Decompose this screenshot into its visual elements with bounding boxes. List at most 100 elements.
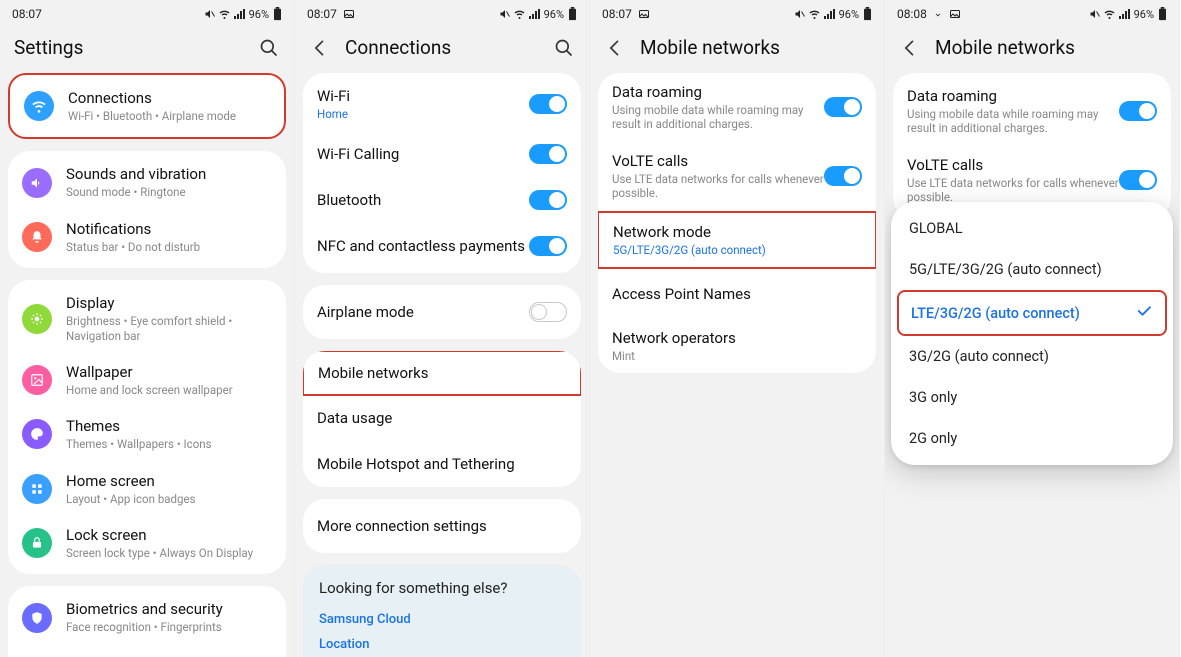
mn-item-data-roaming[interactable]: Data roaming Using mobile data while roa… xyxy=(598,73,876,142)
search-button[interactable] xyxy=(553,37,575,59)
item-title: More connection settings xyxy=(317,517,567,535)
wifi-calling-toggle[interactable] xyxy=(529,144,567,164)
bell-icon-circle xyxy=(22,222,52,252)
item-sub: Themes • Wallpapers • Icons xyxy=(66,437,272,451)
item-sub: Using mobile data while roaming may resu… xyxy=(612,103,824,132)
settings-item-sounds[interactable]: Sounds and vibration Sound mode • Ringto… xyxy=(8,155,286,209)
shield-icon xyxy=(30,611,44,625)
chevron-left-icon xyxy=(900,38,920,58)
settings-item-biometrics[interactable]: Biometrics and security Face recognition… xyxy=(8,590,286,644)
mute-icon xyxy=(499,8,511,20)
suggest-link-location[interactable]: Location xyxy=(319,632,565,657)
connections-item-bluetooth[interactable]: Bluetooth xyxy=(303,177,581,223)
status-bar: 08:07 96% xyxy=(295,0,589,28)
bluetooth-toggle[interactable] xyxy=(529,190,567,210)
signal-icon xyxy=(1118,8,1130,20)
status-icons: 96% xyxy=(499,7,577,21)
mn-item-network-operators[interactable]: Network operators Mint xyxy=(598,319,876,373)
item-title: Mobile networks xyxy=(318,364,566,382)
back-button[interactable] xyxy=(604,37,626,59)
connections-item-airplane[interactable]: Airplane mode xyxy=(303,289,581,335)
back-button[interactable] xyxy=(899,37,921,59)
suggest-link-samsung-cloud[interactable]: Samsung Cloud xyxy=(319,607,565,632)
connections-item-wifi[interactable]: Wi-Fi Home xyxy=(303,77,581,131)
chevron-left-icon xyxy=(310,38,330,58)
page-header: Mobile networks xyxy=(885,28,1179,73)
item-title: Network mode xyxy=(613,223,861,241)
battery-icon xyxy=(568,7,577,21)
mn-item-data-roaming[interactable]: Data roaming Using mobile data while roa… xyxy=(893,77,1171,146)
item-sub: Layout • App icon badges xyxy=(66,492,272,506)
option-label: 3G/2G (auto connect) xyxy=(909,348,1155,365)
settings-item-lock-screen[interactable]: Lock screen Screen lock type • Always On… xyxy=(8,516,286,570)
item-title: Mobile Hotspot and Tethering xyxy=(317,455,567,473)
item-title: Biometrics and security xyxy=(66,600,272,618)
search-button[interactable] xyxy=(258,37,280,59)
connections-item-hotspot[interactable]: Mobile Hotspot and Tethering xyxy=(303,441,581,487)
wifi-icon-circle xyxy=(24,91,54,121)
settings-connections-card: Connections Wi-Fi • Bluetooth • Airplane… xyxy=(8,73,286,139)
item-title: Wi-Fi Calling xyxy=(317,145,529,163)
mute-icon xyxy=(204,8,216,20)
palette-icon xyxy=(30,427,44,441)
wifi-icon xyxy=(218,8,231,20)
data-roaming-toggle[interactable] xyxy=(1119,101,1157,121)
item-sub: Using mobile data while roaming may resu… xyxy=(907,107,1119,136)
item-title: Sounds and vibration xyxy=(66,165,272,183)
settings-item-wallpaper[interactable]: Wallpaper Home and lock screen wallpaper xyxy=(8,353,286,407)
connections-item-mobile-networks[interactable]: Mobile networks xyxy=(303,351,581,396)
volte-toggle[interactable] xyxy=(1119,170,1157,190)
mn-item-apn[interactable]: Access Point Names xyxy=(598,269,876,319)
status-icons: 96% xyxy=(794,7,872,21)
page-header: Settings xyxy=(0,28,294,73)
connections-item-data-usage[interactable]: Data usage xyxy=(303,395,581,441)
network-mode-option-3g-only[interactable]: 3G only xyxy=(891,377,1173,418)
nfc-toggle[interactable] xyxy=(529,236,567,256)
item-sub: Home xyxy=(317,107,529,121)
connections-item-nfc[interactable]: NFC and contactless payments xyxy=(303,223,581,269)
bell-icon xyxy=(30,230,44,244)
item-title: VoLTE calls xyxy=(907,156,1119,174)
network-mode-option-3g2g[interactable]: 3G/2G (auto connect) xyxy=(891,336,1173,377)
connections-group-3: Mobile networks Data usage Mobile Hotspo… xyxy=(303,351,581,487)
check-icon xyxy=(1135,302,1153,324)
settings-item-notifications[interactable]: Notifications Status bar • Do not distur… xyxy=(8,210,286,264)
network-mode-option-lte[interactable]: LTE/3G/2G (auto connect) xyxy=(899,292,1165,334)
battery-text: 96% xyxy=(249,8,269,21)
settings-item-privacy[interactable]: Privacy Permission manager xyxy=(8,645,286,657)
page-title: Mobile networks xyxy=(640,36,870,59)
screenshot-icon xyxy=(343,8,355,20)
network-mode-option-5g[interactable]: 5G/LTE/3G/2G (auto connect) xyxy=(891,249,1173,290)
back-button[interactable] xyxy=(309,37,331,59)
wifi-toggle[interactable] xyxy=(529,94,567,114)
volte-toggle[interactable] xyxy=(824,166,862,186)
network-mode-option-global[interactable]: GLOBAL xyxy=(891,208,1173,249)
status-time: 08:08 xyxy=(897,7,927,21)
mn-item-volte[interactable]: VoLTE calls Use LTE data networks for ca… xyxy=(598,142,876,211)
lock-icon-circle xyxy=(22,528,52,558)
item-sub: Status bar • Do not disturb xyxy=(66,240,272,254)
connections-group-2: Airplane mode xyxy=(303,285,581,339)
item-title: Connections xyxy=(68,89,270,107)
item-title: Data usage xyxy=(317,409,567,427)
network-mode-option-2g-only[interactable]: 2G only xyxy=(891,418,1173,459)
connections-item-more[interactable]: More connection settings xyxy=(303,503,581,549)
settings-item-display[interactable]: Display Brightness • Eye comfort shield … xyxy=(8,284,286,353)
status-bar: 08:07 96% xyxy=(590,0,884,28)
item-sub: 5G/LTE/3G/2G (auto connect) xyxy=(613,243,861,257)
item-sub: Use LTE data networks for calls whenever… xyxy=(907,176,1119,205)
item-title: NFC and contactless payments xyxy=(317,237,529,255)
settings-item-themes[interactable]: Themes Themes • Wallpapers • Icons xyxy=(8,407,286,461)
page-title: Connections xyxy=(345,36,543,59)
battery-text: 96% xyxy=(1134,8,1154,21)
airplane-toggle[interactable] xyxy=(529,302,567,322)
item-sub: Mint xyxy=(612,349,862,363)
home-icon-circle xyxy=(22,474,52,504)
settings-item-home-screen[interactable]: Home screen Layout • App icon badges xyxy=(8,462,286,516)
mn-item-network-mode[interactable]: Network mode 5G/LTE/3G/2G (auto connect) xyxy=(598,211,876,269)
screenshot-icon xyxy=(638,8,650,20)
settings-item-connections[interactable]: Connections Wi-Fi • Bluetooth • Airplane… xyxy=(10,79,284,133)
data-roaming-toggle[interactable] xyxy=(824,97,862,117)
mute-icon xyxy=(794,8,806,20)
connections-item-wifi-calling[interactable]: Wi-Fi Calling xyxy=(303,131,581,177)
